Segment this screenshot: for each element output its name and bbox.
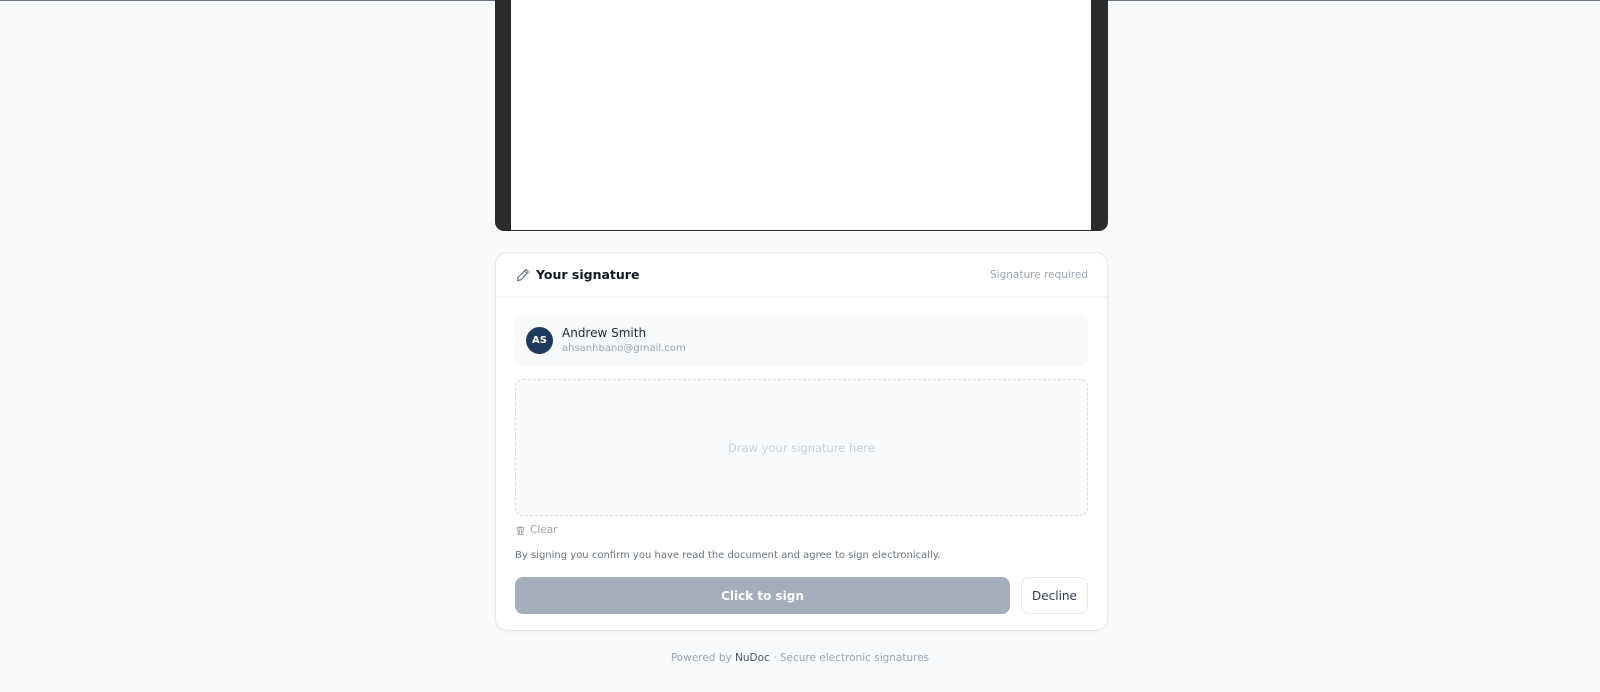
signature-pad-placeholder: Draw your signature here (728, 440, 875, 455)
clear-button[interactable]: Clear (515, 522, 557, 538)
signer-name: Andrew Smith (562, 326, 647, 340)
clear-label: Clear (530, 524, 558, 536)
signature-pad[interactable]: Draw your signature here (515, 379, 1088, 516)
signer-email: ahsanhbano@gmail.com (562, 343, 686, 354)
decline-button[interactable]: Decline (1021, 577, 1088, 614)
document-viewer[interactable] (495, 0, 1108, 231)
consent-text: By signing you confirm you have read the… (515, 550, 941, 561)
footer: Powered by NuDoc · Secure electronic sig… (0, 652, 1600, 664)
document-page (511, 0, 1091, 230)
trash-icon (515, 521, 526, 540)
pen-icon (515, 267, 531, 283)
footer-suffix: · Secure electronic signatures (773, 652, 930, 664)
signature-card-title: Your signature (536, 267, 640, 282)
avatar: AS (526, 327, 553, 354)
click-to-sign-button[interactable]: Click to sign (515, 577, 1010, 614)
footer-prefix: Powered by (670, 652, 732, 664)
footer-brand[interactable]: NuDoc (735, 652, 770, 664)
signature-required-status: Signature required (990, 269, 1088, 281)
signature-card-header: Your signature Signature required (496, 253, 1107, 297)
signature-card: Your signature Signature required AS And… (495, 252, 1108, 631)
signer-info: AS Andrew Smith ahsanhbano@gmail.com (515, 315, 1088, 366)
